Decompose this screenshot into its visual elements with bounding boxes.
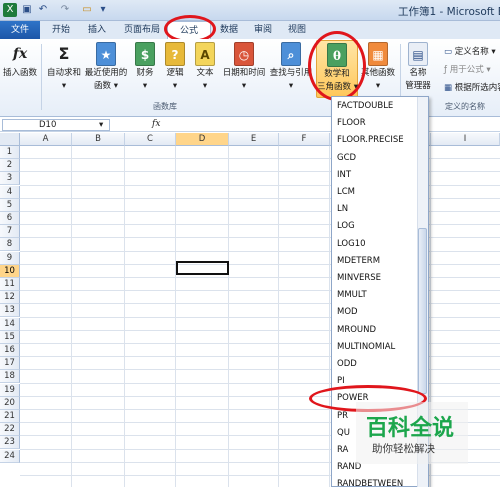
watermark-title: 百科全说 xyxy=(366,416,455,441)
logical-button[interactable]: ? 逻辑 ▾ xyxy=(161,42,189,92)
insert-function-button[interactable]: fx 插入函数 xyxy=(2,42,38,79)
row-header-21[interactable]: 21 xyxy=(0,410,20,423)
column-header-c[interactable]: C xyxy=(125,133,176,146)
date-time-button[interactable]: ◷ 日期和时间 ▾ xyxy=(220,42,268,92)
tab-review[interactable]: 审阅 xyxy=(250,21,276,39)
customize-quick-access-icon[interactable]: ▾ xyxy=(96,3,110,17)
active-cell[interactable] xyxy=(176,261,229,275)
row-header-12[interactable]: 12 xyxy=(0,291,20,304)
row-header-6[interactable]: 6 xyxy=(0,212,20,225)
finance-book-icon: $ xyxy=(135,42,155,66)
row-header-22[interactable]: 22 xyxy=(0,423,20,436)
function-item-mdeterm[interactable]: MDETERM xyxy=(337,256,421,266)
chevron-down-icon[interactable]: ▾ xyxy=(99,120,103,130)
row-header-11[interactable]: 11 xyxy=(0,278,20,291)
scrollbar-thumb[interactable] xyxy=(418,228,427,394)
row-header-24[interactable]: 24 xyxy=(0,450,20,463)
clock-book-icon: ◷ xyxy=(234,42,254,66)
create-from-selection-button[interactable]: ▦ 根据所选内容 xyxy=(444,81,500,93)
row-header-18[interactable]: 18 xyxy=(0,370,20,383)
function-item-int[interactable]: INT xyxy=(337,170,421,180)
row-header-13[interactable]: 13 xyxy=(0,304,20,317)
tab-view[interactable]: 视图 xyxy=(284,21,310,39)
function-item-mod[interactable]: MOD xyxy=(337,307,421,317)
column-header-e[interactable]: E xyxy=(229,133,279,146)
row-header-23[interactable]: 23 xyxy=(0,436,20,449)
save-icon[interactable]: ▣ xyxy=(20,3,34,17)
function-item-multinomial[interactable]: MULTINOMIAL xyxy=(337,342,421,352)
function-item-floor-precise[interactable]: FLOOR.PRECISE xyxy=(337,135,421,145)
row-header-7[interactable]: 7 xyxy=(0,225,20,238)
function-item-log[interactable]: LOG xyxy=(337,221,421,231)
column-header-d[interactable]: D xyxy=(176,133,229,146)
row-header-14[interactable]: 14 xyxy=(0,318,20,331)
row-header-17[interactable]: 17 xyxy=(0,357,20,370)
row-header-1[interactable]: 1 xyxy=(0,146,20,159)
tab-file[interactable]: 文件 xyxy=(0,21,40,39)
annotation-circle-math-trig xyxy=(308,31,366,101)
row-header-10[interactable]: 10 xyxy=(0,265,20,278)
row-header-16[interactable]: 16 xyxy=(0,344,20,357)
sigma-icon: Σ xyxy=(58,44,70,63)
function-item-gcd[interactable]: GCD xyxy=(337,153,421,163)
lookup-book-icon: ⌕ xyxy=(281,42,301,66)
redo-icon[interactable]: ↷ xyxy=(58,3,72,17)
tab-home[interactable]: 开始 xyxy=(48,21,74,39)
function-item-minverse[interactable]: MINVERSE xyxy=(337,273,421,283)
column-header-i[interactable]: I xyxy=(431,133,500,146)
text-button[interactable]: A 文本 ▾ xyxy=(191,42,219,92)
row-header-9[interactable]: 9 xyxy=(0,252,20,265)
row-header-19[interactable]: 19 xyxy=(0,384,20,397)
function-item-log10[interactable]: LOG10 xyxy=(337,239,421,249)
row-header-3[interactable]: 3 xyxy=(0,172,20,185)
row-header-4[interactable]: 4 xyxy=(0,186,20,199)
function-item-randbetween[interactable]: RANDBETWEEN xyxy=(337,479,421,487)
window-title: 工作簿1 - Microsoft Ex xyxy=(398,6,500,18)
star-book-icon: ★ xyxy=(96,42,116,66)
row-header-8[interactable]: 8 xyxy=(0,238,20,251)
use-in-formula-button[interactable]: ƒ 用于公式 ▾ xyxy=(444,63,491,75)
excel-logo-icon: X xyxy=(3,3,17,17)
undo-icon[interactable]: ↶ xyxy=(36,3,50,17)
row-header-2[interactable]: 2 xyxy=(0,159,20,172)
grid-select-icon: ▦ xyxy=(444,83,455,93)
function-library-group-label: 函数库 xyxy=(153,102,177,111)
name-box[interactable]: D10 ▾ xyxy=(2,119,110,131)
row-header-15[interactable]: 15 xyxy=(0,331,20,344)
function-item-lcm[interactable]: LCM xyxy=(337,187,421,197)
open-folder-icon[interactable]: ▭ xyxy=(80,3,94,17)
function-item-ln[interactable]: LN xyxy=(337,204,421,214)
tab-page-layout[interactable]: 页面布局 xyxy=(120,21,164,39)
tab-data[interactable]: 数据 xyxy=(216,21,242,39)
column-header-b[interactable]: B xyxy=(72,133,125,146)
autosum-button[interactable]: Σ 自动求和 ▾ xyxy=(45,42,83,92)
insert-function-fx-icon[interactable]: fx xyxy=(152,119,160,129)
recently-used-button[interactable]: ★ 最近使用的 函数 ▾ xyxy=(84,42,128,92)
text-book-icon: A xyxy=(195,42,215,66)
defined-names-group-label: 定义的名称 xyxy=(445,102,485,111)
name-manager-icon: ▤ xyxy=(408,42,428,66)
function-item-floor[interactable]: FLOOR xyxy=(337,118,421,128)
function-item-mmult[interactable]: MMULT xyxy=(337,290,421,300)
name-manager-button[interactable]: ▤ 名称 管理器 xyxy=(402,42,434,92)
function-item-mround[interactable]: MROUND xyxy=(337,325,421,335)
select-all-corner[interactable] xyxy=(0,133,20,146)
define-name-button[interactable]: ▭ 定义名称 ▾ xyxy=(444,45,496,57)
more-books-icon: ▦ xyxy=(368,42,388,66)
financial-button[interactable]: $ 财务 ▾ xyxy=(131,42,159,92)
function-item-odd[interactable]: ODD xyxy=(337,359,421,369)
tab-insert[interactable]: 插入 xyxy=(84,21,110,39)
column-header-f[interactable]: F xyxy=(279,133,330,146)
watermark-subtitle: 助你轻松解决 xyxy=(372,443,435,455)
row-header-20[interactable]: 20 xyxy=(0,397,20,410)
tag-icon: ▭ xyxy=(444,47,455,57)
row-header-5[interactable]: 5 xyxy=(0,199,20,212)
column-header-a[interactable]: A xyxy=(20,133,72,146)
function-item-factdouble[interactable]: FACTDOUBLE xyxy=(337,101,421,111)
logic-book-icon: ? xyxy=(165,42,185,66)
fx-icon: fx xyxy=(12,46,28,62)
